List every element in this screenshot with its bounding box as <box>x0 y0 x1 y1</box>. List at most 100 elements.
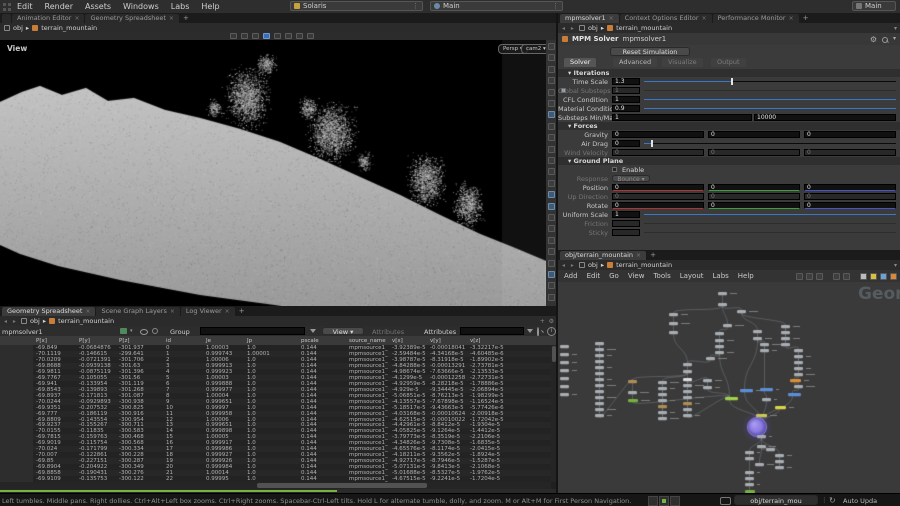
param-value-field[interactable]: 1 <box>612 96 640 103</box>
section-header-iterations[interactable]: ▾ Iterations <box>558 69 900 77</box>
close-icon[interactable]: × <box>702 14 707 23</box>
breadcrumb-root[interactable]: obj <box>588 24 598 32</box>
viewport-tool-icon[interactable] <box>548 145 555 153</box>
history-nav-arrows[interactable]: ◂ ▸ <box>562 25 576 32</box>
pathbar-right-icons[interactable]: ▾ <box>894 25 897 32</box>
viewport-tool-icon[interactable] <box>548 225 555 233</box>
status-chip-icon[interactable] <box>659 496 669 506</box>
breadcrumb-node[interactable]: terrain_mountain <box>616 261 672 269</box>
param-slider[interactable] <box>644 214 896 215</box>
menu-render[interactable]: Render <box>39 2 79 11</box>
viewport-tool-icon[interactable] <box>548 111 555 119</box>
net-menu-labs[interactable]: Labs <box>713 272 729 280</box>
gear-icon[interactable]: ⚙ <box>870 35 877 44</box>
viewport-tool-icon[interactable] <box>548 134 555 142</box>
param-slider[interactable] <box>644 99 896 100</box>
section-header-forces[interactable]: ▾ Forces <box>558 122 900 130</box>
param-vector-field[interactable]: 0 <box>804 149 896 156</box>
close-icon[interactable]: × <box>74 14 79 23</box>
param-slider[interactable] <box>644 232 896 233</box>
param-vector-field[interactable]: 0 <box>708 193 800 200</box>
viewport-tool-icon[interactable] <box>548 282 555 290</box>
param-tab-solver[interactable]: Solver <box>564 58 597 67</box>
scene-viewport[interactable]: View Persp ▾ cam2 ▾ <box>0 40 551 306</box>
update-mode-dropdown[interactable]: Auto Upda <box>843 497 877 505</box>
refresh-icon[interactable]: ↻ <box>829 496 836 505</box>
pane-tab-context-options-editor[interactable]: Context Options Editor × <box>619 14 712 23</box>
column-header-id[interactable]: id <box>166 338 171 344</box>
menu-labs[interactable]: Labs <box>165 2 196 11</box>
param-max-field[interactable]: 10000 <box>754 114 896 121</box>
viewport-tool-icon[interactable] <box>548 65 555 73</box>
param-value-field[interactable]: 1 <box>612 87 640 94</box>
reset-simulation-button[interactable]: Reset Simulation <box>610 47 690 56</box>
kebab-menu-icon[interactable]: ⋮ <box>412 2 419 10</box>
history-nav-arrows[interactable]: ◂ ▸ <box>4 318 18 325</box>
desktop-selector-solaris[interactable]: Solaris ⋮ <box>290 1 423 11</box>
close-icon[interactable]: × <box>789 14 794 23</box>
enable-checkbox[interactable] <box>612 166 617 172</box>
grid-icon[interactable] <box>296 33 303 39</box>
param-value-field[interactable]: 0 <box>612 140 640 147</box>
network-canvas[interactable] <box>558 282 900 493</box>
viewport-tool-icon[interactable] <box>548 122 555 130</box>
column-header-p-y-[interactable]: P[y] <box>79 338 90 344</box>
close-icon[interactable]: × <box>636 251 641 260</box>
viewport-tool-icon[interactable] <box>548 191 555 199</box>
wrench-icon[interactable] <box>796 272 803 280</box>
param-vector-field[interactable]: 0 <box>708 184 800 191</box>
new-tab-button[interactable]: + <box>647 251 659 260</box>
column-header-source-name[interactable]: source_name <box>349 338 386 344</box>
param-value-field[interactable] <box>612 220 640 227</box>
pose-icon[interactable] <box>274 33 281 39</box>
new-tab-button[interactable]: + <box>800 14 812 23</box>
net-menu-layout[interactable]: Layout <box>680 272 704 280</box>
param-value-field[interactable] <box>612 229 640 236</box>
viewport-tool-icon[interactable] <box>548 100 555 107</box>
filter-icon[interactable] <box>527 329 533 333</box>
param-vector-field[interactable]: 0 <box>708 149 800 156</box>
kebab-menu-icon[interactable]: ⋮ <box>552 2 559 10</box>
palette-orange-icon[interactable] <box>890 272 897 280</box>
viewport-tool-icon[interactable] <box>548 236 555 244</box>
kebab-menu-icon[interactable]: ⋮ <box>821 496 828 504</box>
param-vector-field[interactable]: 0 <box>804 202 896 209</box>
menu-windows[interactable]: Windows <box>117 2 165 11</box>
horizontal-scrollbar[interactable] <box>0 482 551 489</box>
column-header-v-x-[interactable]: v[x] <box>392 338 403 344</box>
root-icon[interactable] <box>20 318 27 324</box>
close-icon[interactable]: × <box>170 307 175 316</box>
column-header-je[interactable]: Je <box>206 338 211 344</box>
net-menu-edit[interactable]: Edit <box>587 272 601 280</box>
param-vector-field[interactable]: 0 <box>612 184 704 191</box>
viewport-tool-icon[interactable] <box>548 248 555 256</box>
param-value-field[interactable]: 1 <box>612 211 640 218</box>
pane-tab-animation-editor[interactable]: Animation Editor × <box>12 14 85 23</box>
info-icon[interactable]: i <box>547 327 556 336</box>
close-icon[interactable]: × <box>85 307 90 316</box>
status-chip-icon[interactable] <box>670 496 680 506</box>
pane-tab-performance-monitor[interactable]: Performance Monitor × <box>712 14 799 23</box>
pin-icon[interactable] <box>152 328 158 334</box>
param-value-field[interactable]: 1.3 <box>612 78 640 85</box>
viewport-tool-icon[interactable] <box>548 43 555 50</box>
param-menu-dropdown[interactable]: Bounce ▾ <box>612 175 650 183</box>
attributes-input[interactable] <box>460 327 524 335</box>
column-header-jp[interactable]: Jp <box>247 338 252 344</box>
param-vector-field[interactable]: 0 <box>612 131 704 138</box>
param-slider[interactable] <box>644 90 896 91</box>
eye-icon[interactable] <box>140 329 148 335</box>
viewport-tool-icon[interactable] <box>548 179 555 187</box>
viewport-tool-icon[interactable] <box>548 293 555 301</box>
slider-handle[interactable] <box>650 140 653 147</box>
filter-icon[interactable] <box>310 329 316 333</box>
chevron-down-icon[interactable]: ▾ <box>893 35 896 44</box>
viewport-tool-icon[interactable] <box>548 259 555 267</box>
param-vector-field[interactable]: 0 <box>612 202 704 209</box>
breadcrumb-node[interactable]: terrain_mountain <box>58 317 114 325</box>
param-slider[interactable] <box>644 143 896 144</box>
viewport-tool-icon[interactable] <box>548 271 555 278</box>
column-header-p-x-[interactable]: P[x] <box>36 338 47 344</box>
pane-tab-geometry-spreadsheet[interactable]: Geometry Spreadsheet × <box>2 307 96 316</box>
viewport-tool-icon[interactable] <box>548 214 555 221</box>
